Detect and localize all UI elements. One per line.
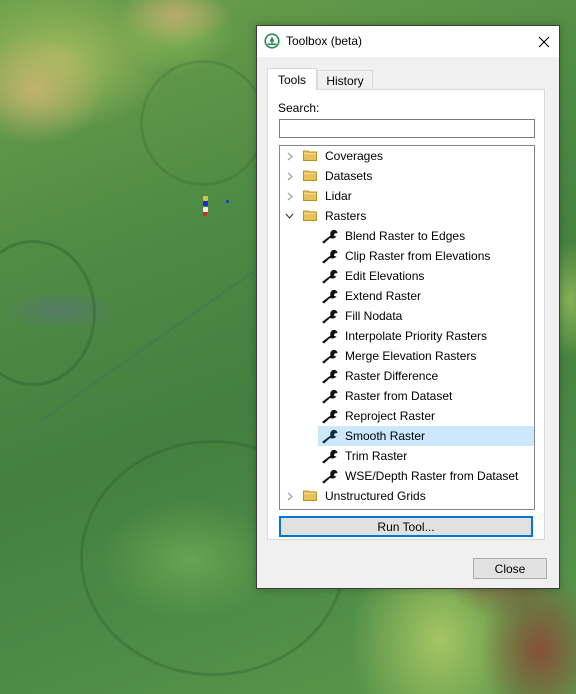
- folder-icon: [303, 190, 317, 201]
- tool-label: Interpolate Priority Rasters: [345, 329, 488, 343]
- wrench-icon: [321, 268, 339, 284]
- wrench-icon: [321, 328, 339, 344]
- tool-label: Fill Nodata: [345, 309, 403, 323]
- tree-folder-rasters[interactable]: Rasters: [280, 206, 534, 226]
- chevron-down-icon[interactable]: [285, 212, 294, 221]
- tools-tab-panel: Search: Coverages Datasets Lidar Rasters…: [267, 89, 545, 540]
- close-button[interactable]: Close: [473, 558, 547, 579]
- tree-tool-extend-raster[interactable]: Extend Raster: [280, 286, 534, 306]
- tree-tool-merge-elevation-rasters[interactable]: Merge Elevation Rasters: [280, 346, 534, 366]
- map-feature-marker[interactable]: [226, 200, 229, 203]
- tree-folder-label: Unstructured Grids: [325, 489, 426, 503]
- wrench-icon: [321, 428, 339, 444]
- wrench-icon: [321, 468, 339, 484]
- search-input[interactable]: [279, 119, 535, 138]
- chevron-right-icon[interactable]: [285, 152, 294, 161]
- chevron-right-icon[interactable]: [285, 172, 294, 181]
- tool-label: Extend Raster: [345, 289, 422, 303]
- tree-tool-fill-nodata[interactable]: Fill Nodata: [280, 306, 534, 326]
- wrench-icon: [321, 388, 339, 404]
- tool-label: Clip Raster from Elevations: [345, 249, 491, 263]
- tree-tool-smooth-raster[interactable]: Smooth Raster: [318, 426, 534, 446]
- tree-folder-lidar[interactable]: Lidar: [280, 186, 534, 206]
- map-feature-marker[interactable]: [203, 201, 208, 206]
- tree-folder-unstructured-grids[interactable]: Unstructured Grids: [280, 486, 534, 506]
- folder-icon: [303, 150, 317, 161]
- wrench-icon: [321, 408, 339, 424]
- tree-folder-label: Rasters: [325, 209, 367, 223]
- tool-label: Merge Elevation Rasters: [345, 349, 477, 363]
- tool-label: Smooth Raster: [345, 429, 426, 443]
- close-icon[interactable]: [529, 26, 559, 57]
- wrench-icon: [321, 248, 339, 264]
- tree-tool-edit-elevations[interactable]: Edit Elevations: [280, 266, 534, 286]
- wrench-icon: [321, 288, 339, 304]
- map-feature-marker[interactable]: [203, 212, 207, 216]
- toolbox-dialog: Toolbox (beta) Tools History Search: Cov…: [256, 25, 560, 589]
- tree-folder-datasets[interactable]: Datasets: [280, 166, 534, 186]
- tree-tool-raster-difference[interactable]: Raster Difference: [280, 366, 534, 386]
- tool-label: Trim Raster: [345, 449, 408, 463]
- tab-tools[interactable]: Tools: [267, 68, 317, 90]
- wrench-icon: [321, 308, 339, 324]
- tree-folder-coverages[interactable]: Coverages: [280, 146, 534, 166]
- wrench-icon: [321, 368, 339, 384]
- wrench-icon: [321, 348, 339, 364]
- xms-tree-logo-icon: [264, 33, 280, 49]
- folder-icon: [303, 210, 317, 221]
- tool-label: Raster from Dataset: [345, 389, 453, 403]
- tool-label: WSE/Depth Raster from Dataset: [345, 469, 519, 483]
- tree-tool-trim-raster[interactable]: Trim Raster: [280, 446, 534, 466]
- tree-folder-label: Datasets: [325, 169, 373, 183]
- terrain-ridge: [0, 240, 96, 386]
- tree-tool-raster-from-dataset[interactable]: Raster from Dataset: [280, 386, 534, 406]
- tool-tree[interactable]: Coverages Datasets Lidar Rasters Blend R…: [279, 145, 535, 510]
- tool-label: Edit Elevations: [345, 269, 425, 283]
- tree-tool-wse-depth-raster-from-dataset[interactable]: WSE/Depth Raster from Dataset: [280, 466, 534, 486]
- tree-tool-blend-raster-to-edges[interactable]: Blend Raster to Edges: [280, 226, 534, 246]
- tree-tool-clip-raster-from-elevations[interactable]: Clip Raster from Elevations: [280, 246, 534, 266]
- folder-icon: [303, 170, 317, 181]
- search-label: Search:: [278, 101, 320, 115]
- tool-label: Raster Difference: [345, 369, 439, 383]
- tree-tool-interpolate-priority-rasters[interactable]: Interpolate Priority Rasters: [280, 326, 534, 346]
- terrain-ridge: [140, 60, 266, 186]
- wrench-icon: [321, 448, 339, 464]
- run-tool-button[interactable]: Run Tool...: [279, 516, 533, 537]
- wrench-icon: [321, 228, 339, 244]
- tree-tool-reproject-raster[interactable]: Reproject Raster: [280, 406, 534, 426]
- folder-icon: [303, 490, 317, 501]
- chevron-right-icon[interactable]: [285, 192, 294, 201]
- tool-label: Blend Raster to Edges: [345, 229, 466, 243]
- dialog-title: Toolbox (beta): [286, 34, 363, 48]
- tree-folder-label: Coverages: [325, 149, 384, 163]
- tree-folder-label: Lidar: [325, 189, 352, 203]
- tool-label: Reproject Raster: [345, 409, 436, 423]
- tab-history[interactable]: History: [317, 70, 373, 90]
- chevron-right-icon[interactable]: [285, 492, 294, 501]
- dialog-titlebar[interactable]: Toolbox (beta): [257, 26, 559, 57]
